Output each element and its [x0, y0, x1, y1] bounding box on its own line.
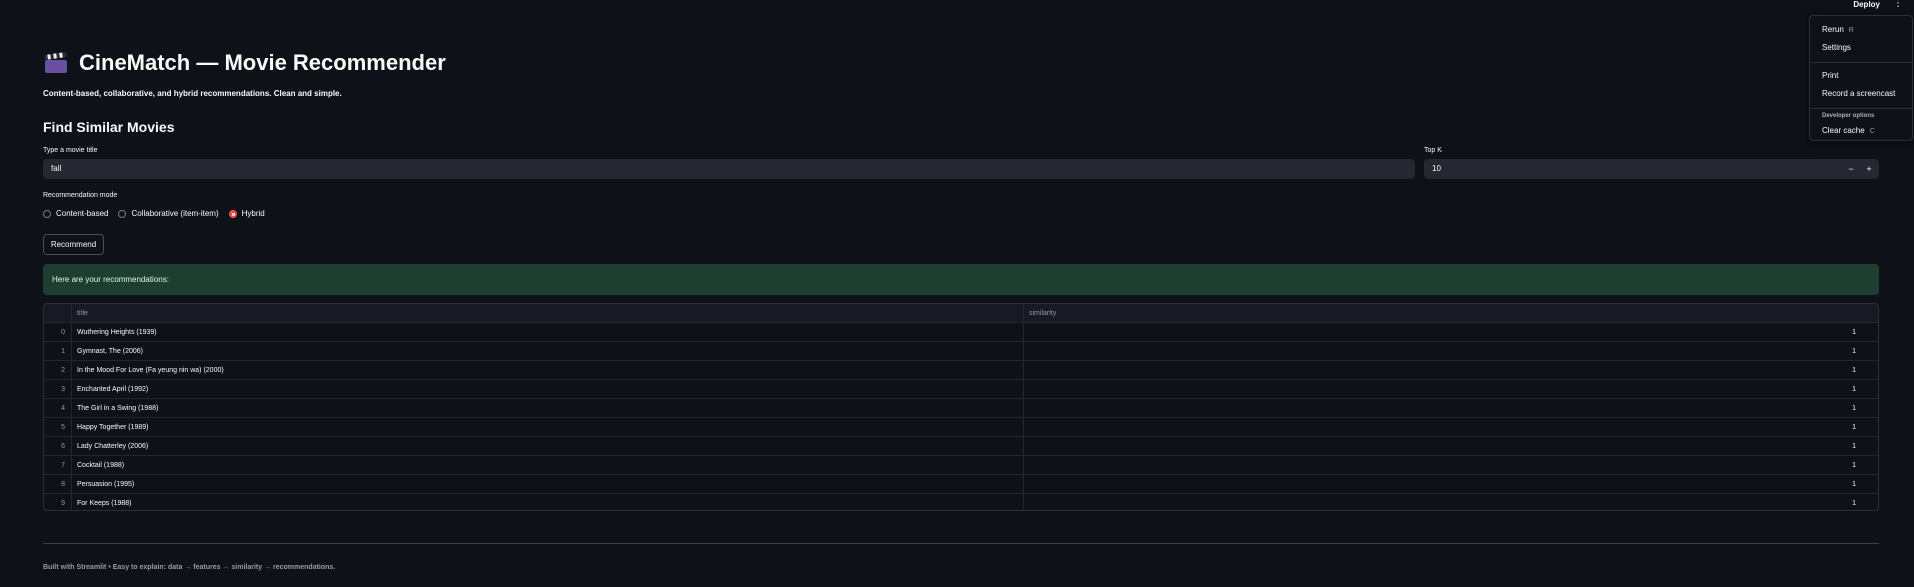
row-index: 3	[44, 380, 72, 399]
movie-title-input[interactable]: fall	[43, 159, 1415, 179]
recommend-button[interactable]: Recommend	[43, 234, 104, 255]
table-row[interactable]: 1 Gymnast, The (2006) 1	[44, 342, 1878, 361]
deploy-button[interactable]: Deploy	[1853, 0, 1880, 9]
row-index: 1	[44, 342, 72, 361]
cell-title[interactable]: Gymnast, The (2006)	[72, 342, 1024, 361]
radio-content-based[interactable]: Content-based	[43, 209, 108, 218]
table-row[interactable]: 9 For Keeps (1988) 1	[44, 494, 1878, 510]
main-menu-dropdown: Rerun R Settings Print Record a screencas…	[1809, 15, 1913, 141]
mode-radio-group: Content-based Collaborative (item-item) …	[43, 209, 265, 218]
clapper-board-icon	[43, 51, 69, 74]
row-index: 4	[44, 399, 72, 418]
top-k-label: Top K	[1424, 147, 1442, 154]
cell-title[interactable]: Happy Together (1989)	[72, 418, 1024, 437]
column-header-title[interactable]: title	[72, 304, 1024, 323]
cell-similarity[interactable]: 1	[1024, 361, 1862, 380]
index-header	[44, 304, 72, 323]
shortcut-key: C	[1869, 128, 1875, 135]
table-row[interactable]: 6 Lady Chatterley (2006) 1	[44, 437, 1878, 456]
cell-title[interactable]: Lady Chatterley (2006)	[72, 437, 1024, 456]
kebab-menu-icon[interactable]: ⋮	[1892, 0, 1904, 10]
column-header-similarity[interactable]: similarity	[1024, 304, 1862, 323]
menu-section-developer: Developer options	[1822, 113, 1875, 119]
table-row[interactable]: 3 Enchanted April (1992) 1	[44, 380, 1878, 399]
page-title: CineMatch — Movie Recommender	[43, 50, 446, 76]
recommendations-table[interactable]: title similarity 0 Wuthering Heights (193…	[43, 303, 1879, 511]
menu-separator	[1810, 62, 1912, 63]
row-index: 2	[44, 361, 72, 380]
menu-item-print[interactable]: Print	[1822, 71, 1838, 80]
radio-unchecked-icon	[118, 209, 127, 218]
row-index: 8	[44, 475, 72, 494]
toolbar: Deploy ⋮	[0, 0, 1914, 10]
radio-checked-icon	[228, 209, 237, 218]
row-index: 0	[44, 323, 72, 342]
cell-title[interactable]: In the Mood For Love (Fa yeung nin wa) (…	[72, 361, 1024, 380]
row-index: 9	[44, 494, 72, 510]
cell-title[interactable]: For Keeps (1988)	[72, 494, 1024, 510]
mode-label: Recommendation mode	[43, 192, 118, 199]
radio-label: Content-based	[56, 209, 109, 218]
cell-similarity[interactable]: 1	[1024, 323, 1862, 342]
cell-similarity[interactable]: 1	[1024, 456, 1862, 475]
movie-title-label: Type a movie title	[43, 147, 98, 154]
cell-title[interactable]: Wuthering Heights (1939)	[72, 323, 1024, 342]
shortcut-key: R	[1848, 27, 1854, 34]
success-alert: Here are your recommendations:	[43, 264, 1879, 295]
app-title-text: CineMatch — Movie Recommender	[79, 50, 446, 75]
app-subtitle: Content-based, collaborative, and hybrid…	[43, 89, 342, 98]
table-row[interactable]: 0 Wuthering Heights (1939) 1	[44, 323, 1878, 342]
radio-label: Collaborative (item-item)	[131, 209, 219, 218]
divider	[43, 543, 1879, 544]
table-row[interactable]: 4 The Girl in a Swing (1988) 1	[44, 399, 1878, 418]
cell-title[interactable]: Cocktail (1988)	[72, 456, 1024, 475]
table-row[interactable]: 2 In the Mood For Love (Fa yeung nin wa) …	[44, 361, 1878, 380]
cell-similarity[interactable]: 1	[1024, 418, 1862, 437]
radio-unchecked-icon	[43, 209, 51, 218]
menu-label: Rerun	[1822, 25, 1844, 34]
cell-similarity[interactable]: 1	[1024, 380, 1862, 399]
menu-separator	[1810, 108, 1912, 109]
row-index: 5	[44, 418, 72, 437]
cell-similarity[interactable]: 1	[1024, 475, 1862, 494]
menu-item-rerun[interactable]: Rerun R	[1822, 25, 1854, 34]
table-row[interactable]: 8 Persuasion (1995) 1	[44, 475, 1878, 494]
menu-item-settings[interactable]: Settings	[1822, 43, 1851, 52]
section-heading: Find Similar Movies	[43, 119, 175, 135]
cell-similarity[interactable]: 1	[1024, 342, 1862, 361]
table-row[interactable]: 5 Happy Together (1989) 1	[44, 418, 1878, 437]
menu-label: Clear cache	[1822, 126, 1865, 135]
cell-similarity[interactable]: 1	[1024, 437, 1862, 456]
footer-text: Built with Streamlit • Easy to explain: …	[43, 564, 336, 571]
top-k-input[interactable]: 10	[1424, 159, 1879, 179]
increment-button[interactable]: +	[1861, 159, 1877, 179]
radio-hybrid[interactable]: Hybrid	[228, 209, 265, 218]
row-index: 6	[44, 437, 72, 456]
row-index: 7	[44, 456, 72, 475]
cell-title[interactable]: Persuasion (1995)	[72, 475, 1024, 494]
cell-title[interactable]: The Girl in a Swing (1988)	[72, 399, 1024, 418]
table-header-row: title similarity	[44, 304, 1878, 323]
cell-similarity[interactable]: 1	[1024, 399, 1862, 418]
menu-item-clear-cache[interactable]: Clear cache C	[1822, 126, 1875, 135]
menu-item-record-screencast[interactable]: Record a screencast	[1822, 89, 1895, 98]
radio-label: Hybrid	[241, 209, 265, 218]
decrement-button[interactable]: −	[1843, 159, 1859, 179]
cell-similarity[interactable]: 1	[1024, 494, 1862, 510]
table-row[interactable]: 7 Cocktail (1988) 1	[44, 456, 1878, 475]
radio-collaborative[interactable]: Collaborative (item-item)	[118, 209, 219, 218]
cell-title[interactable]: Enchanted April (1992)	[72, 380, 1024, 399]
